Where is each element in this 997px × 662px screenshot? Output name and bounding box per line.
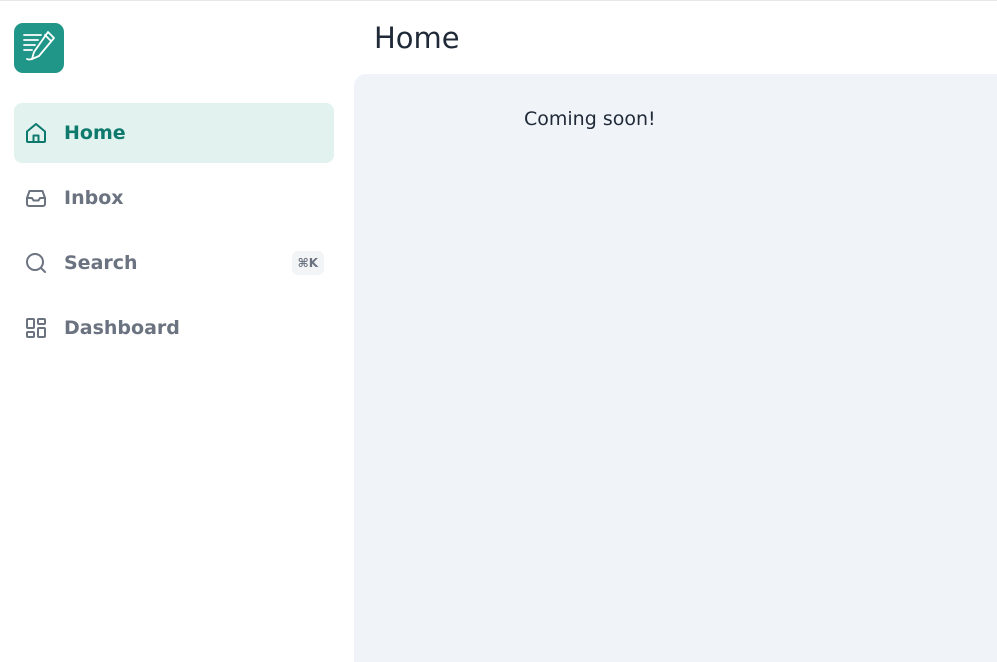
coming-soon-message: Coming soon! — [524, 108, 656, 130]
sidebar-item-label: Search — [64, 252, 138, 274]
notebook-pencil-icon — [19, 26, 59, 70]
search-icon — [24, 251, 48, 275]
sidebar-item-label: Dashboard — [64, 317, 180, 339]
dashboard-icon — [24, 316, 48, 340]
sidebar-item-dashboard[interactable]: Dashboard — [14, 298, 334, 358]
sidebar-item-home[interactable]: Home — [14, 103, 334, 163]
sidebar-item-label: Home — [64, 122, 126, 144]
page-header: Home — [354, 1, 997, 74]
inbox-icon — [24, 186, 48, 210]
page-title: Home — [374, 20, 460, 55]
app-window: Home Inbox Search ⌘K Dashboard Home Comi… — [0, 0, 997, 662]
sidebar-item-search[interactable]: Search ⌘K — [14, 233, 334, 293]
home-icon — [24, 121, 48, 145]
main-content: Coming soon! — [354, 74, 997, 662]
sidebar-item-label: Inbox — [64, 187, 124, 209]
sidebar-item-inbox[interactable]: Inbox — [14, 168, 334, 228]
keyboard-shortcut-badge: ⌘K — [291, 251, 324, 275]
sidebar-nav: Home Inbox Search ⌘K Dashboard — [14, 103, 334, 363]
app-logo[interactable] — [14, 23, 64, 73]
sidebar: Home Inbox Search ⌘K Dashboard — [0, 1, 354, 662]
